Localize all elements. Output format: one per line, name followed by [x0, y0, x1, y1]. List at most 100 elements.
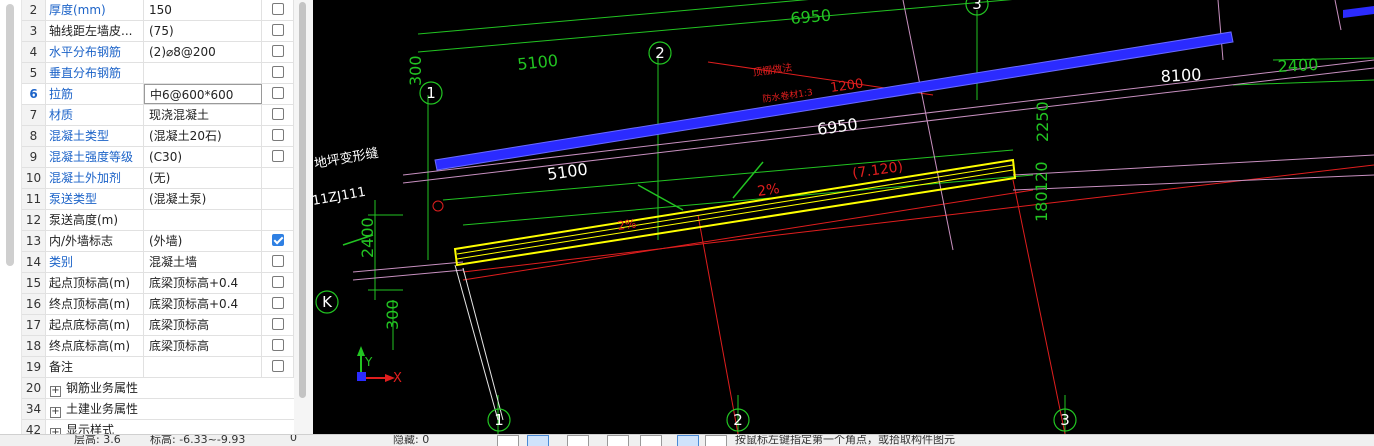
- property-panel: 2 厚度(mm) 150 3 轴线距左墙皮... (75) 4 水平分布钢筋 (2)⌀8@200…: [0, 0, 313, 434]
- expand-plus-icon[interactable]: +: [50, 407, 61, 418]
- property-check-cell: [262, 168, 294, 188]
- snap-button-3[interactable]: [567, 435, 589, 446]
- display-checkbox[interactable]: [272, 276, 284, 288]
- property-name: 垂直分布钢筋: [46, 63, 144, 83]
- property-value[interactable]: (外墙): [144, 231, 262, 251]
- property-value[interactable]: 150: [144, 0, 262, 20]
- snap-button-5[interactable]: [640, 435, 662, 446]
- property-check-cell: [262, 315, 294, 335]
- property-check-cell: [262, 147, 294, 167]
- display-checkbox[interactable]: [272, 318, 284, 330]
- property-check-cell: [262, 231, 294, 251]
- row-number: 10: [22, 168, 46, 188]
- property-value[interactable]: [144, 63, 262, 83]
- display-checkbox[interactable]: [272, 24, 284, 36]
- display-checkbox[interactable]: [272, 150, 284, 162]
- display-checkbox[interactable]: [272, 339, 284, 351]
- wall-line: [902, 0, 954, 251]
- property-value[interactable]: 混凝土墙: [144, 252, 262, 272]
- property-scrollbar[interactable]: [294, 0, 313, 434]
- property-row[interactable]: 8 混凝土类型 (混凝土20石): [22, 126, 294, 147]
- leader-arrow: [637, 184, 684, 211]
- row-number: 2: [22, 0, 46, 20]
- property-row[interactable]: 5 垂直分布钢筋: [22, 63, 294, 84]
- property-check-cell: [262, 63, 294, 83]
- snap-button-7[interactable]: [705, 435, 727, 446]
- display-checkbox[interactable]: [272, 3, 284, 15]
- row-number: 8: [22, 126, 46, 146]
- property-value[interactable]: (混凝土20石): [144, 126, 262, 146]
- property-row[interactable]: 4 水平分布钢筋 (2)⌀8@200: [22, 42, 294, 63]
- property-value[interactable]: [144, 357, 262, 377]
- property-scrollbar-thumb[interactable]: [299, 2, 306, 398]
- dim-text-upper-5100: 5100: [516, 51, 558, 74]
- property-row[interactable]: 10 混凝土外加剂 (无): [22, 168, 294, 189]
- property-row[interactable]: 14 类别 混凝土墙: [22, 252, 294, 273]
- property-row[interactable]: 3 轴线距左墙皮... (75): [22, 21, 294, 42]
- property-row[interactable]: 11 泵送类型 (混凝土泵): [22, 189, 294, 210]
- display-checkbox[interactable]: [272, 108, 284, 120]
- property-row[interactable]: 16 终点顶标高(m) 底梁顶标高+0.4: [22, 294, 294, 315]
- property-row[interactable]: 12 泵送高度(m): [22, 210, 294, 231]
- property-value[interactable]: (无): [144, 168, 262, 188]
- snap-button-2[interactable]: [527, 435, 549, 446]
- snap-button-4[interactable]: [607, 435, 629, 446]
- snap-button-1[interactable]: [497, 435, 519, 446]
- dim-text-right-8100: 8100: [1160, 65, 1202, 86]
- display-checkbox[interactable]: [272, 234, 284, 246]
- side-scroll-track[interactable]: [6, 4, 14, 266]
- slope-text-2: 2%: [616, 216, 637, 233]
- expand-plus-icon[interactable]: +: [50, 386, 61, 397]
- status-hint: 按鼠标左键指定第一个角点，或拾取构件图元: [735, 434, 955, 446]
- property-group-row[interactable]: 34 + 土建业务属性: [22, 399, 294, 420]
- property-row[interactable]: 13 内/外墙标志 (外墙): [22, 231, 294, 252]
- display-checkbox[interactable]: [272, 129, 284, 141]
- ref-note: 11ZJ111: [313, 185, 367, 209]
- row-number: 42: [22, 420, 46, 434]
- property-value[interactable]: (C30): [144, 147, 262, 167]
- property-check-cell: [262, 126, 294, 146]
- property-row[interactable]: 19 备注: [22, 357, 294, 378]
- property-name: 混凝土类型: [46, 126, 144, 146]
- property-row[interactable]: 2 厚度(mm) 150: [22, 0, 294, 21]
- wall-line: [352, 269, 464, 281]
- property-value[interactable]: 底梁顶标高+0.4: [144, 273, 262, 293]
- property-name: 泵送高度(m): [46, 210, 144, 230]
- property-value[interactable]: 中6@600*600: [144, 84, 262, 104]
- property-value[interactable]: (2)⌀8@200: [144, 42, 262, 62]
- status-floor-height: 层高: 3.6: [74, 434, 121, 446]
- property-name: 泵送类型: [46, 189, 144, 209]
- property-group-row[interactable]: 42 + 显示样式: [22, 420, 294, 434]
- property-name: 起点顶标高(m): [46, 273, 144, 293]
- display-checkbox[interactable]: [272, 360, 284, 372]
- property-group-row[interactable]: 20 + 钢筋业务属性: [22, 378, 294, 399]
- selected-wall-inner: [456, 169, 1014, 260]
- display-checkbox[interactable]: [272, 255, 284, 267]
- snap-button-6[interactable]: [677, 435, 699, 446]
- property-value[interactable]: 现浇混凝土: [144, 105, 262, 125]
- display-checkbox[interactable]: [272, 297, 284, 309]
- property-row[interactable]: 18 终点底标高(m) 底梁顶标高: [22, 336, 294, 357]
- group-label: 钢筋业务属性: [66, 381, 139, 395]
- display-checkbox[interactable]: [272, 66, 284, 78]
- property-row[interactable]: 6 拉筋 中6@600*600: [22, 84, 294, 105]
- property-value[interactable]: 底梁顶标高: [144, 336, 262, 356]
- row-number: 13: [22, 231, 46, 251]
- property-value[interactable]: 底梁顶标高: [144, 315, 262, 335]
- ucs-x-label: X: [393, 371, 402, 386]
- property-value[interactable]: 底梁顶标高+0.4: [144, 294, 262, 314]
- axis-label-bottom-1: 1: [494, 411, 504, 429]
- property-value[interactable]: (混凝土泵): [144, 189, 262, 209]
- cad-canvas[interactable]: 6950 5100 6950 5100 8100 2400 300 2250 1…: [311, 0, 1374, 435]
- property-value[interactable]: [144, 210, 262, 230]
- property-row[interactable]: 15 起点顶标高(m) 底梁顶标高+0.4: [22, 273, 294, 294]
- property-row[interactable]: 17 起点底标高(m) 底梁顶标高: [22, 315, 294, 336]
- property-row[interactable]: 9 混凝土强度等级 (C30): [22, 147, 294, 168]
- blue-wall-right: [1343, 6, 1374, 18]
- property-row[interactable]: 7 材质 现浇混凝土: [22, 105, 294, 126]
- display-checkbox[interactable]: [272, 87, 284, 99]
- display-checkbox[interactable]: [272, 45, 284, 57]
- selected-wall[interactable]: [453, 158, 1017, 267]
- wall-line: [1217, 0, 1224, 61]
- property-value[interactable]: (75): [144, 21, 262, 41]
